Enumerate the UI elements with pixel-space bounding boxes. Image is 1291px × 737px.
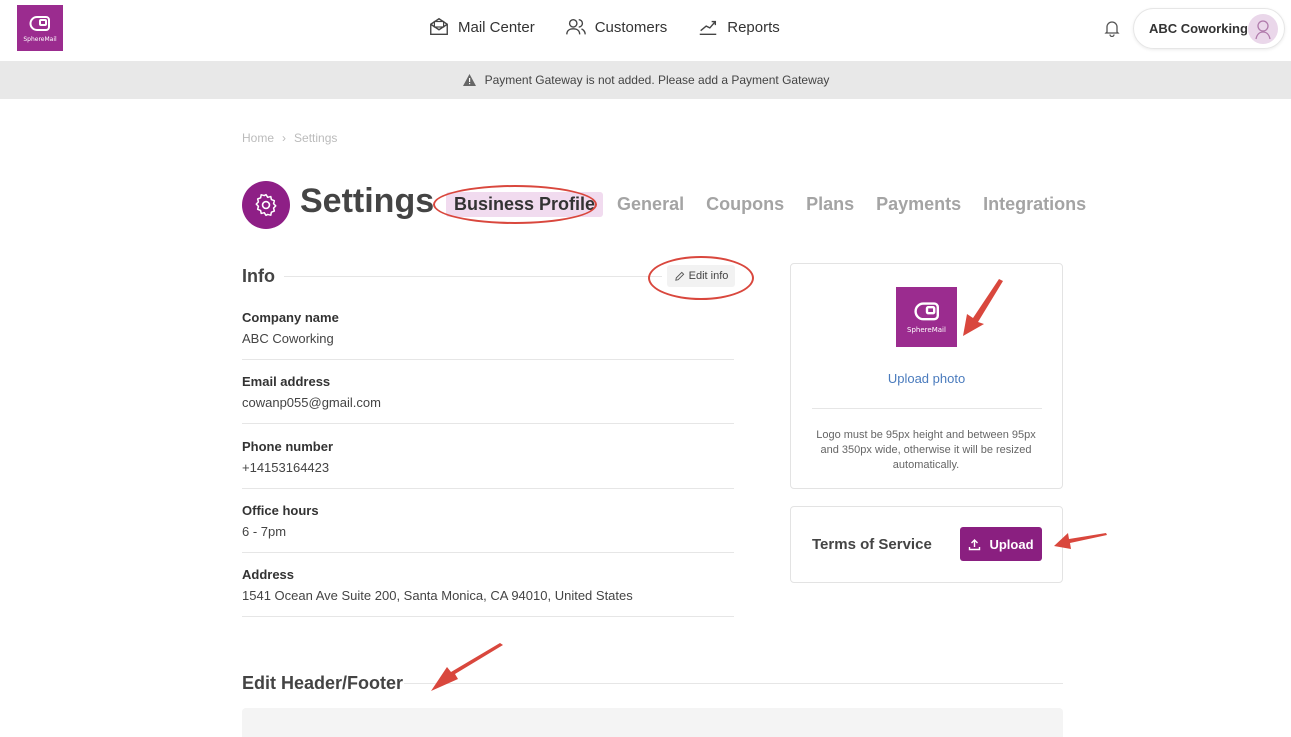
info-divider (284, 276, 662, 277)
field-office-hours: Office hours 6 - 7pm (242, 503, 734, 539)
chart-line-icon (699, 20, 717, 36)
payment-gateway-warning-banner: Payment Gateway is not added. Please add… (0, 61, 1291, 99)
logo-text: SphereMail (907, 326, 946, 334)
tab-business-profile[interactable]: Business Profile (446, 192, 604, 217)
field-label: Office hours (242, 503, 319, 518)
field-value: +14153164423 (242, 460, 330, 475)
upload-button-label: Upload (989, 536, 1034, 552)
edit-header-footer-title: Edit Header/Footer (242, 673, 404, 693)
main-nav: Mail Center Customers Reports (428, 16, 780, 38)
field-divider (242, 359, 734, 360)
nav-mail-center[interactable]: Mail Center (428, 16, 535, 38)
field-email-address: Email address cowanp055@gmail.com (242, 374, 734, 410)
field-label: Phone number (242, 439, 334, 454)
field-company-name: Company name ABC Coworking (242, 310, 734, 346)
field-label: Company name (242, 310, 339, 325)
breadcrumb-home[interactable]: Home (242, 131, 274, 145)
nav-customers[interactable]: Customers (565, 16, 668, 38)
top-navbar: SphereMail Mail Center Customers Reports… (0, 0, 1291, 61)
tab-coupons[interactable]: Coupons (706, 192, 784, 217)
user-avatar-icon (1255, 20, 1271, 40)
field-value: 6 - 7pm (242, 524, 287, 539)
spheremail-logo-icon (29, 15, 50, 31)
field-phone-number: Phone number +14153164423 (242, 439, 734, 475)
edit-info-button[interactable]: Edit info (667, 265, 735, 287)
field-value: cowanp055@gmail.com (242, 395, 381, 410)
field-address: Address 1541 Ocean Ave Suite 200, Santa … (242, 567, 734, 603)
nav-reports-label: Reports (727, 18, 780, 36)
settings-tabs: Business Profile General Coupons Plans P… (446, 192, 1108, 217)
mail-icon (430, 17, 448, 36)
header-footer-panel (242, 708, 1063, 737)
field-divider (242, 423, 734, 424)
nav-reports[interactable]: Reports (697, 16, 780, 38)
field-value: ABC Coworking (242, 331, 334, 346)
field-label: Email address (242, 374, 331, 389)
business-logo-preview: SphereMail (896, 287, 957, 347)
breadcrumb: Home › Settings (242, 131, 337, 145)
bell-icon[interactable] (1103, 19, 1121, 37)
banner-text: Payment Gateway is not added. Please add… (484, 73, 830, 87)
field-divider (242, 552, 734, 553)
breadcrumb-current: Settings (294, 131, 338, 145)
gear-icon (255, 193, 277, 217)
settings-badge (242, 181, 290, 229)
field-value: 1541 Ocean Ave Suite 200, Santa Monica, … (242, 588, 633, 603)
logo-text: SphereMail (23, 35, 57, 43)
field-divider (242, 488, 734, 489)
annotation-arrows (431, 279, 1107, 691)
warning-icon (462, 74, 476, 86)
nav-customers-label: Customers (594, 18, 668, 36)
avatar (1248, 14, 1278, 44)
field-divider (242, 616, 734, 617)
info-section-title: Info (242, 266, 275, 286)
spheremail-logo[interactable]: SphereMail (17, 5, 63, 51)
upload-terms-button[interactable]: Upload (960, 527, 1042, 561)
edit-info-label: Edit info (688, 270, 729, 282)
upload-icon (969, 538, 981, 550)
terms-of-service-label: Terms of Service (812, 536, 932, 553)
account-name: ABC Coworking (1149, 21, 1248, 36)
page-title: Settings (300, 182, 435, 220)
header-footer-divider (404, 683, 1063, 684)
breadcrumb-separator: › (282, 131, 287, 145)
tab-integrations[interactable]: Integrations (983, 192, 1086, 217)
field-label: Address (242, 567, 295, 582)
logo-requirements-note: Logo must be 95px height and between 95p… (816, 429, 1036, 471)
spheremail-logo-icon (913, 302, 939, 321)
users-icon (565, 18, 586, 35)
tab-general[interactable]: General (617, 192, 684, 217)
upload-photo-link[interactable]: Upload photo (791, 371, 1062, 386)
nav-mail-center-label: Mail Center (458, 18, 535, 36)
tab-plans[interactable]: Plans (806, 192, 854, 217)
logo-card-divider (812, 408, 1042, 409)
pencil-icon (674, 271, 684, 281)
tab-payments[interactable]: Payments (876, 192, 961, 217)
account-menu[interactable]: ABC Coworking (1133, 8, 1285, 49)
